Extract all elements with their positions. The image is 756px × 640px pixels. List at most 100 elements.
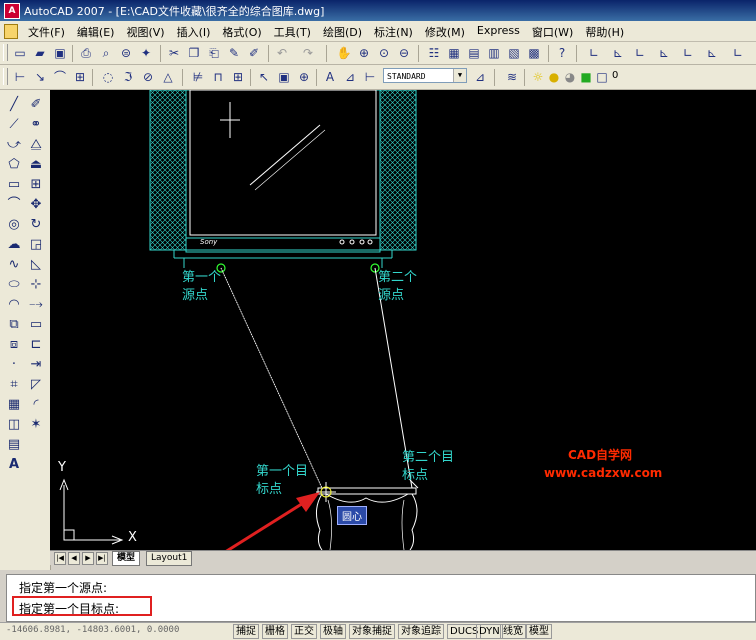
circle-icon[interactable]: ◎ (4, 216, 24, 234)
3d-publish-icon[interactable]: ✦ (138, 45, 154, 61)
menu-help[interactable]: 帮助(H) (579, 24, 630, 40)
explode-icon[interactable]: ✶ (26, 416, 46, 434)
tv-block[interactable] (149, 90, 417, 268)
stretch-icon[interactable]: ◺ (26, 256, 46, 274)
drawing-canvas[interactable]: 第一个 源点 第二个 源点 第一个目 标点 第二个目 标点 Y X Sony 圆… (50, 90, 756, 550)
new-file-icon[interactable]: ▭ (12, 45, 28, 61)
revision-cloud-icon[interactable]: ☁ (4, 236, 24, 254)
dimension-update-icon[interactable]: ⊢ (362, 69, 378, 85)
print-icon[interactable]: ⎙ (78, 45, 94, 61)
copy-icon[interactable]: ❐ (186, 45, 202, 61)
menu-format[interactable]: 格式(O) (216, 24, 267, 40)
scale-icon[interactable]: ◲ (26, 236, 46, 254)
text-style-dropdown[interactable]: STANDARD ▼ (383, 68, 467, 83)
lineweight-toggle[interactable]: 线宽 (500, 624, 526, 639)
jogged-dimension-icon[interactable]: ℑ (120, 69, 136, 85)
spline-icon[interactable]: ∿ (4, 256, 24, 274)
tool-palettes-icon[interactable]: ▤ (466, 45, 482, 61)
center-mark-icon[interactable]: ⊕ (296, 69, 312, 85)
ortho-toggle[interactable]: 正交 (291, 624, 317, 639)
point-icon[interactable]: · (4, 356, 24, 374)
make-block-icon[interactable]: ⧈ (4, 336, 24, 354)
polar-toggle[interactable]: 极轴 (320, 624, 346, 639)
insert-block-icon[interactable]: ⧉ (4, 316, 24, 334)
menu-dimension[interactable]: 标注(N) (368, 24, 419, 40)
match-properties-icon[interactable]: ✎ (226, 45, 242, 61)
continue-dimension-icon[interactable]: ⊞ (230, 69, 246, 85)
previous-tab-icon[interactable]: ◀ (68, 552, 80, 565)
dimension-style-icon[interactable]: ⊿ (472, 69, 488, 85)
fillet-icon[interactable]: ◜ (26, 396, 46, 414)
ucs-view-icon[interactable]: ⊾ (704, 45, 720, 61)
menu-window[interactable]: 窗口(W) (526, 24, 579, 40)
tab-model[interactable]: 模型 (112, 551, 141, 566)
autocad-app-icon[interactable]: A (4, 3, 20, 19)
undo-icon[interactable]: ↶ (274, 45, 290, 61)
ucs-object-icon[interactable]: ∟ (680, 45, 696, 61)
rectangle-icon[interactable]: ▭ (4, 176, 24, 194)
hatch-icon[interactable]: ⌗ (4, 376, 24, 394)
open-file-icon[interactable]: ▰ (32, 45, 48, 61)
polygon-icon[interactable]: ⬠ (4, 156, 24, 174)
paste-icon[interactable]: ⎗ (206, 45, 222, 61)
break-icon[interactable]: ⊏ (26, 336, 46, 354)
redo-icon[interactable]: ↷ (300, 45, 316, 61)
region-icon[interactable]: ◫ (4, 416, 24, 434)
mirror-icon[interactable]: ⧋ (26, 136, 46, 154)
menu-view[interactable]: 视图(V) (120, 24, 170, 40)
menu-express[interactable]: Express (471, 24, 526, 40)
first-tab-icon[interactable]: |◀ (54, 552, 66, 565)
arc-length-icon[interactable]: ⌒ (52, 69, 68, 85)
ucs-icon[interactable]: ∟ (586, 45, 602, 61)
array-icon[interactable]: ⊞ (26, 176, 46, 194)
pan-icon[interactable]: ✋ (336, 45, 352, 61)
quick-dimension-icon[interactable]: ⊭ (190, 69, 206, 85)
chevron-down-icon[interactable]: ▼ (453, 69, 466, 82)
ellipse-icon[interactable]: ⬭ (4, 276, 24, 294)
trim-icon[interactable]: ⊹ (26, 276, 46, 294)
sun-freeze-icon[interactable]: ● (546, 69, 562, 85)
model-space-toggle[interactable]: 模型 (526, 624, 552, 639)
linear-dimension-icon[interactable]: ⊢ (12, 69, 28, 85)
polyline-icon[interactable]: ⤻ (4, 136, 24, 154)
object-tracking-toggle[interactable]: 对象追踪 (398, 624, 444, 639)
ordinate-dimension-icon[interactable]: ⊞ (72, 69, 88, 85)
design-center-icon[interactable]: ▦ (446, 45, 462, 61)
aligned-dimension-icon[interactable]: ↘ (32, 69, 48, 85)
dyn-toggle[interactable]: DYN (476, 624, 503, 639)
table-icon[interactable]: ▤ (4, 436, 24, 454)
radius-dimension-icon[interactable]: ◌ (100, 69, 116, 85)
snap-toggle[interactable]: 捕捉 (233, 624, 259, 639)
layer-swatch-icon[interactable]: □ (594, 69, 610, 85)
menu-modify[interactable]: 修改(M) (419, 24, 471, 40)
erase-tool-icon[interactable]: ✐ (26, 96, 46, 114)
toolbar-grip[interactable] (3, 44, 8, 61)
lightbulb-icon[interactable]: ☼ (530, 69, 546, 85)
join-icon[interactable]: ⇥ (26, 356, 46, 374)
last-tab-icon[interactable]: ▶| (96, 552, 108, 565)
extend-icon[interactable]: ⤍ (26, 296, 46, 314)
copy-object-icon[interactable]: ⚭ (26, 116, 46, 134)
ucs-origin-icon[interactable]: ∟ (730, 45, 746, 61)
quick-leader-icon[interactable]: ↖ (256, 69, 272, 85)
rotate-icon[interactable]: ↻ (26, 216, 46, 234)
gradient-icon[interactable]: ▦ (4, 396, 24, 414)
dimension-text-edit-icon[interactable]: ⊿ (342, 69, 358, 85)
zoom-realtime-icon[interactable]: ⊕ (356, 45, 372, 61)
object-snap-toggle[interactable]: 对象捕捉 (349, 624, 395, 639)
help-icon[interactable]: ? (554, 45, 570, 61)
construction-line-icon[interactable]: ⟋ (4, 116, 24, 134)
ucs-world-icon[interactable]: ⊾ (610, 45, 626, 61)
print-preview-icon[interactable]: ⌕ (98, 45, 114, 61)
properties-icon[interactable]: ☷ (426, 45, 442, 61)
zoom-previous-icon[interactable]: ⊖ (396, 45, 412, 61)
menu-tools[interactable]: 工具(T) (268, 24, 317, 40)
ucs-face-icon[interactable]: ⊾ (656, 45, 672, 61)
layer-color-icon[interactable]: ■ (578, 69, 594, 85)
ucs-previous-icon[interactable]: ∟ (632, 45, 648, 61)
offset-icon[interactable]: ⏏ (26, 156, 46, 174)
grid-toggle[interactable]: 栅格 (262, 624, 288, 639)
zoom-window-icon[interactable]: ⊙ (376, 45, 392, 61)
save-icon[interactable]: ▣ (52, 45, 68, 61)
menu-file[interactable]: 文件(F) (22, 24, 71, 40)
